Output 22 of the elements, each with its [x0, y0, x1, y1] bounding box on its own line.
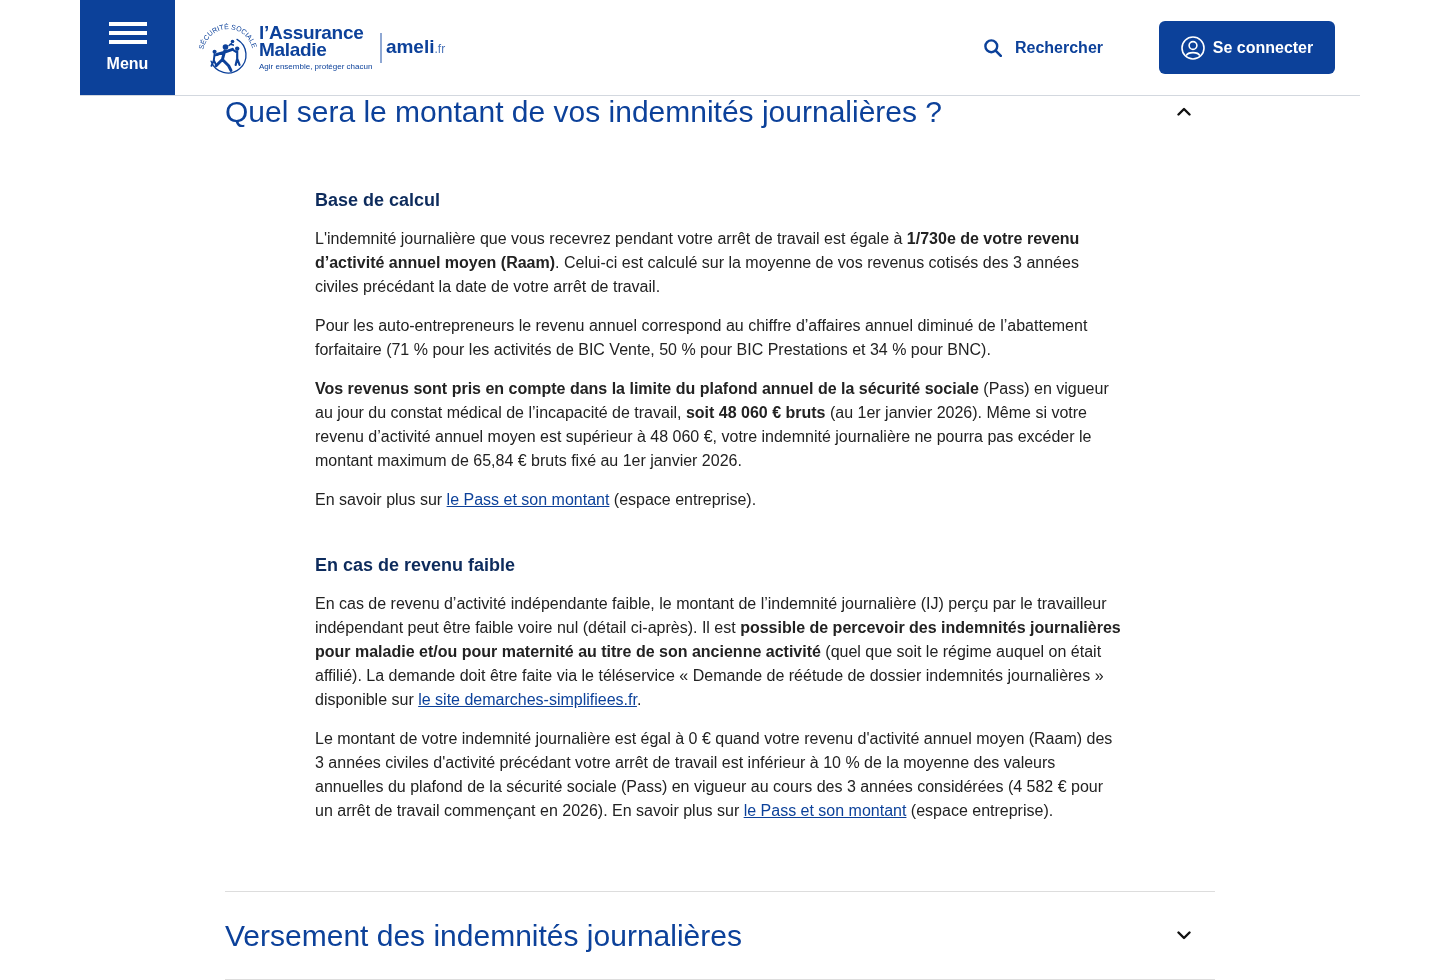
text-link[interactable]: le site demarches-simplifiees.fr — [418, 691, 637, 708]
text-link[interactable]: le Pass et son montant — [446, 491, 610, 508]
paragraph: En savoir plus sur le Pass et son montant (espace entreprise). — [315, 490, 758, 510]
accordion-header[interactable]: Quel sera le montant de vos indemnités journalières ? — [225, 96, 1215, 127]
paragraph: Pour les auto-entrepreneurs le revenu annuel correspond au chiffre d’affaires annuel diminué de l’abattement forfaitaire (71 % pour les activités de BIC Vente, 50 % pour BIC Prestations et 34 % pour BNC). — [315, 316, 1089, 360]
search-button[interactable]: Rechercher — [983, 38, 1103, 57]
text-link[interactable]: le Pass et son montant — [743, 802, 907, 819]
menu-icon — [108, 22, 147, 44]
paragraph: Le montant de votre indemnité journalière est égal à 0 € quand votre revenu d'activité annuel moyen (Raam) des 3 années civiles d'activité précédant votre arrêt de travail est inférieur à 10 % de la moyenne des valeurs annuelles du plafond de la sécurité sociale (Pass) en vigueur au cours des 3 années considérées (4 582 € pour un arrêt de travail commençant en 2026). En savoir plus sur le Pass et son montant (espace entreprise). — [315, 729, 1114, 821]
section-heading: En cas de revenu faible — [315, 554, 517, 577]
site-name: ameli.fr — [385, 35, 446, 59]
menu-button[interactable]: Menu — [80, 0, 175, 95]
search-icon — [983, 38, 1002, 57]
paragraph: L'indemnité journalière que vous recevrez pendant votre arrêt de travail est égale à 1/730e de votre revenu d’activité annuel moyen (Raam). Celui-ci est calculé sur la moyenne de vos revenus cotisés des 3 années civiles précédant la date de votre arrêt de travail. — [315, 229, 1081, 297]
login-button[interactable]: Se connecter — [1159, 21, 1335, 74]
paragraph: En cas de revenu d’activité indépendante faible, le montant de l’indemnité journalière (IJ) perçu par le travailleur indépendant peut être faible voire nul (détail ci-après). Il est possible de percevoir des indemnités journalières pour maladie et/ou pour maternité au titre de son ancienne activité (quel que soit le régime auquel on était affilié). La demande doit être faite via le téléservice « Demande de réétude de dossier indemnités journalières » disponible sur le site demarches-simplifiees.fr. — [315, 594, 1122, 710]
section-heading: Base de calcul — [315, 189, 442, 212]
brand-name: l’Assurance Maladie — [259, 23, 365, 58]
paragraph: Vos revenus sont pris en compte dans la limite du plafond annuel de la sécurité sociale (Pass) en vigueur au jour du constat médical de l’incapacité de travail, soit 48 060 € bruts (au 1er janvier 2026). Même si votre revenu d’activité annuel moyen est supérieur à 48 060 €, votre indemnité journalière ne pourra pas excéder le montant maximum de 65,84 € bruts fixé au 1er janvier 2026. — [315, 379, 1110, 471]
user-icon — [1180, 35, 1205, 60]
brand-tagline: Agir ensemble, protéger chacun — [259, 61, 373, 72]
accordion-header[interactable]: Versement des indemnités journalières — [225, 892, 1215, 979]
